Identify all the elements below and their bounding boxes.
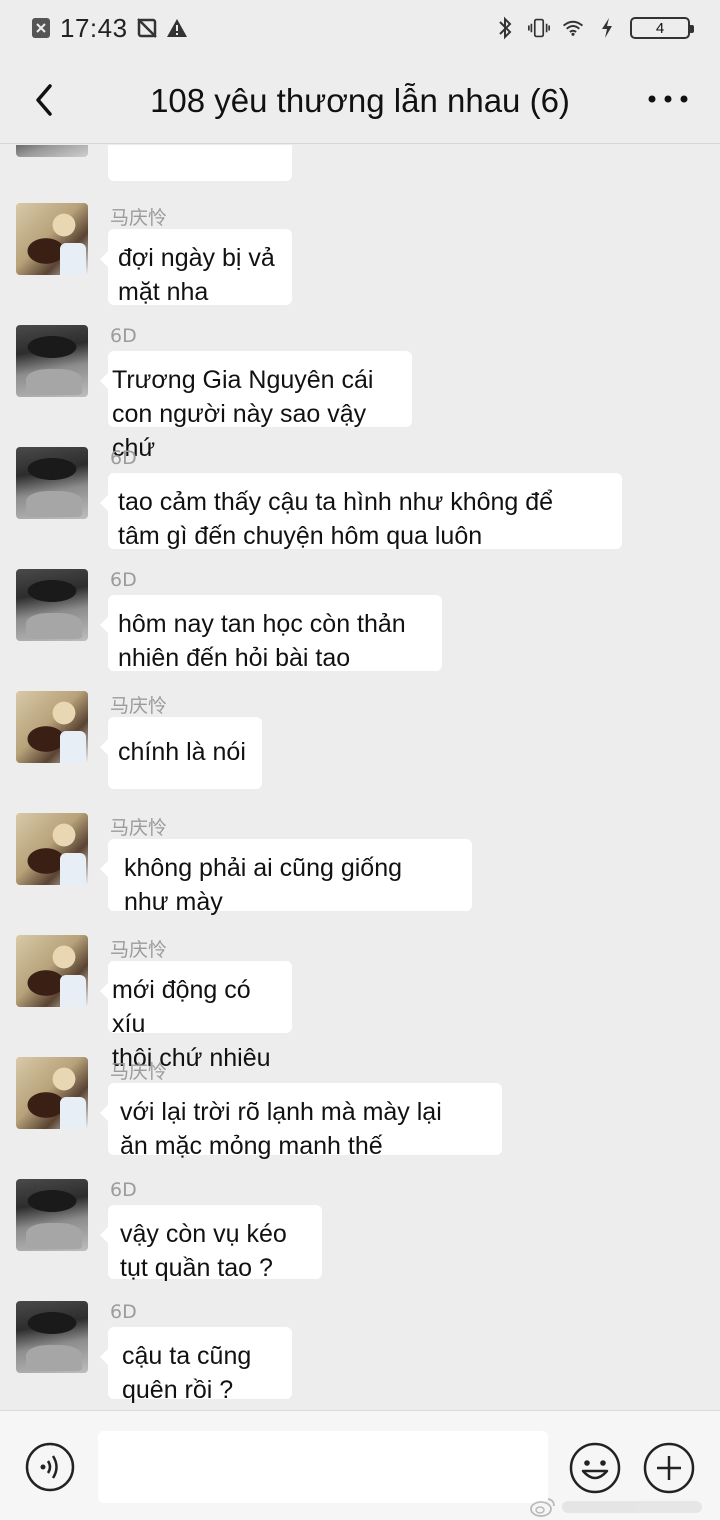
emoji-icon [569,1442,621,1494]
bluetooth-icon [494,16,516,40]
message-bubble[interactable]: Trương Gia Nguyên cái con người này sao … [100,351,412,462]
voice-icon [25,1442,75,1492]
sender-name: 6D [110,1301,137,1323]
status-bar: 17:43 4 [0,0,720,56]
message-bubble[interactable] [108,145,292,181]
message-bubble[interactable]: mới động có xíu thôi chứ nhiêu [100,961,292,1072]
avatar[interactable] [16,1179,88,1251]
more-dots-icon [648,95,688,103]
sender-name: 马庆怜 [110,1061,168,1083]
battery-level: 4 [655,19,665,37]
avatar[interactable] [16,1057,88,1129]
avatar[interactable] [16,447,88,519]
avatar[interactable] [16,813,88,885]
sender-name: 马庆怜 [110,695,168,717]
status-right: 4 [494,16,694,40]
wifi-icon [562,17,584,39]
avatar[interactable] [16,935,88,1007]
message-bubble[interactable]: vậy còn vụ kéo tụt quần tao ? [100,1205,322,1282]
status-time: 17:43 [60,12,128,43]
plus-icon [643,1442,695,1494]
avatar[interactable] [16,569,88,641]
input-bar [0,1410,720,1520]
avatar[interactable] [16,691,88,763]
sender-name: 马庆怜 [110,207,168,229]
more-button[interactable] [646,84,690,114]
status-left: 17:43 [30,13,188,44]
message-bubble[interactable]: cậu ta cũng quên rồi ? [100,1327,292,1404]
message-bubble[interactable]: tao cảm thấy cậu ta hình như không để tâ… [100,473,622,550]
avatar[interactable] [16,145,88,157]
message-bubble[interactable]: đợi ngày bị vả mặt nha [100,229,292,306]
chat-header: 108 yêu thương lẫn nhau (6) [0,56,720,144]
message-bubble[interactable]: với lại trời rõ lạnh mà mày lại ăn mặc m… [100,1083,502,1160]
sender-name: 6D [110,1179,137,1201]
sender-name: 6D [110,569,137,591]
sender-name: 马庆怜 [110,939,168,961]
watermark [530,1495,710,1519]
watermark-text [562,1501,702,1513]
sender-name: 6D [110,325,137,347]
message-bubble[interactable]: chính là nói [100,717,262,789]
emoji-button[interactable] [568,1441,622,1495]
message-bubble[interactable]: không phải ai cũng giống như mày [100,839,472,916]
message-bubble[interactable]: hôm nay tan học còn thản nhiên đến hỏi b… [100,595,442,672]
battery-indicator: 4 [630,17,694,39]
avatar[interactable] [16,325,88,397]
warning-icon [166,17,188,39]
message-list[interactable]: 马庆怜 đợi ngày bị vả mặt nha 6D Trương Gia… [0,145,720,1410]
voice-button[interactable] [24,1441,76,1493]
message-input[interactable] [98,1431,548,1503]
more-actions-button[interactable] [642,1441,696,1495]
avatar[interactable] [16,203,88,275]
sender-name: 马庆怜 [110,817,168,839]
weibo-icon [530,1498,555,1517]
chat-title: 108 yêu thương lẫn nhau (6) [150,82,570,119]
no-sync-icon [136,17,158,39]
charging-icon [596,17,618,39]
sender-name: 6D [110,447,137,469]
vibrate-icon [528,17,550,39]
sim-icon [30,17,52,39]
avatar[interactable] [16,1301,88,1373]
